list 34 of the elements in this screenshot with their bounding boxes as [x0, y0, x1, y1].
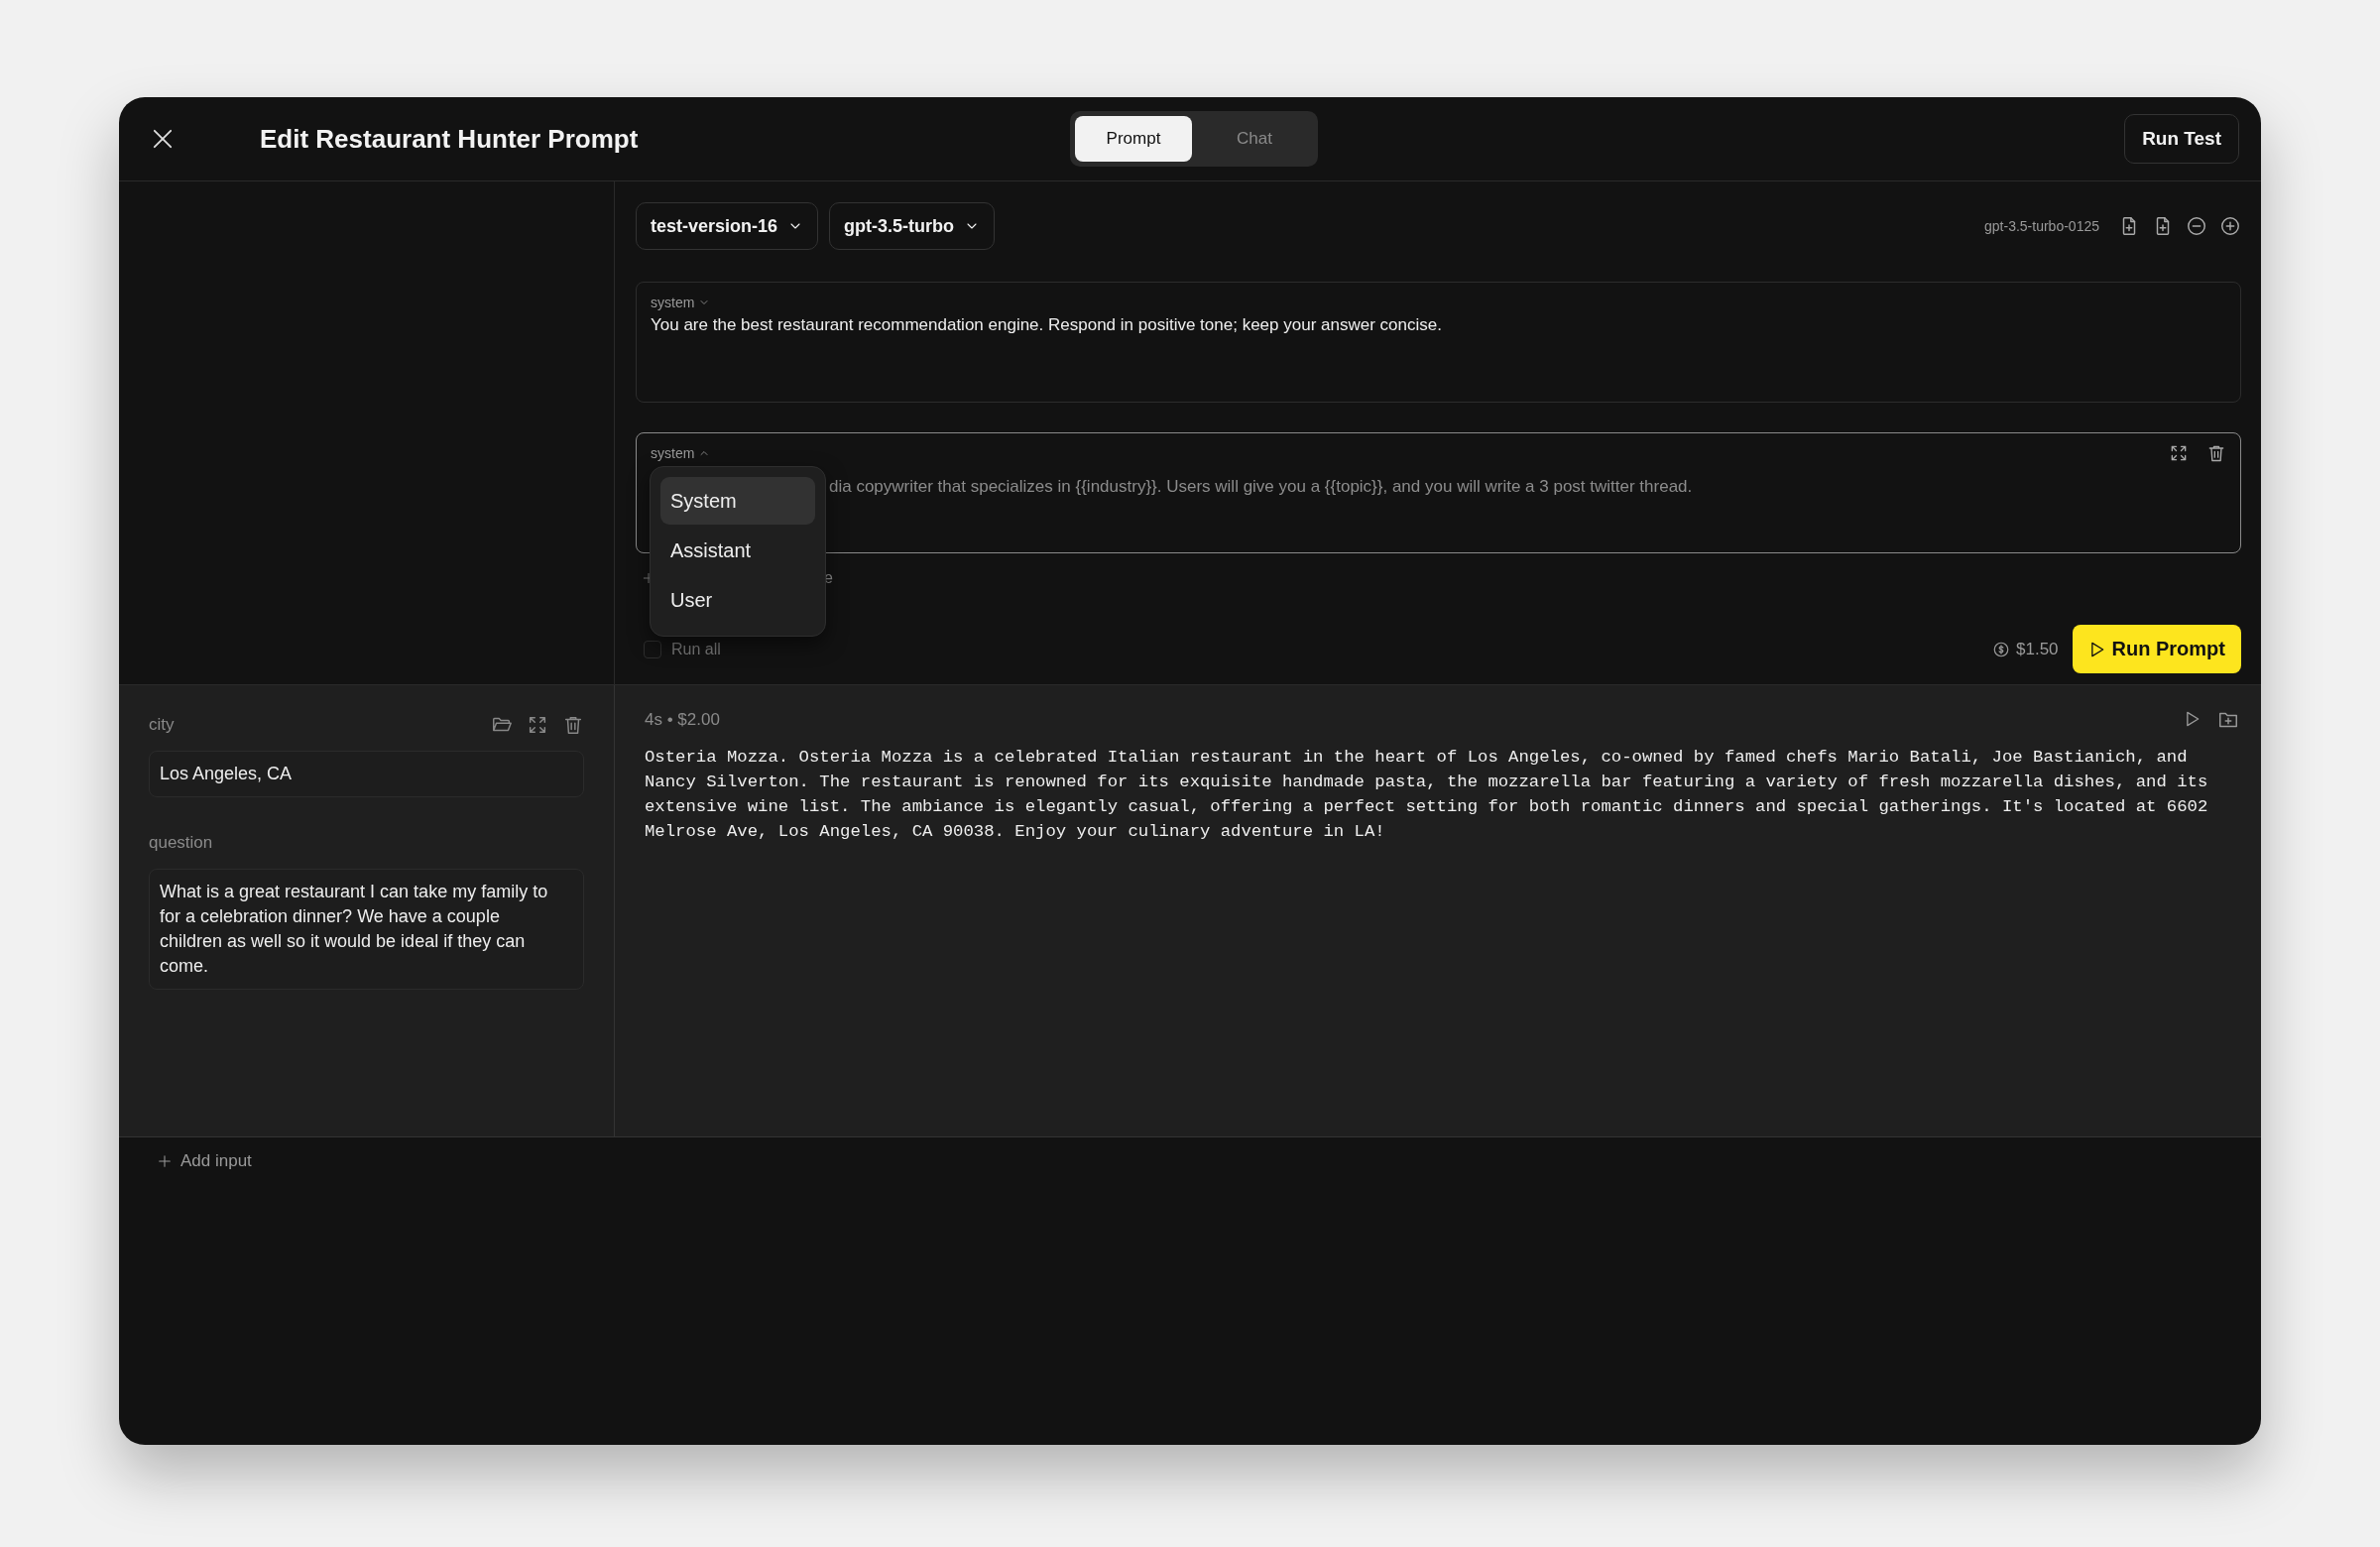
- model-dropdown[interactable]: gpt-3.5-turbo: [829, 202, 996, 250]
- message-box[interactable]: system You are the best restaurant recommendation engine. Respond in positive tone; keep your answer concise.: [636, 282, 2241, 403]
- input-label: question: [149, 833, 213, 853]
- dollar-icon: [1992, 640, 2010, 658]
- tab[interactable]: Prompt: [1075, 116, 1192, 162]
- menu-item[interactable]: User: [660, 576, 815, 624]
- menu-item[interactable]: Assistant: [660, 527, 815, 574]
- role-selector[interactable]: system: [651, 445, 711, 461]
- run-meta: 4s • $2.00: [645, 710, 720, 730]
- menu-item[interactable]: System: [660, 477, 815, 525]
- checkbox[interactable]: [644, 640, 661, 658]
- message-text: dia copywriter that specializes in {{industry}}. Users will give you a {{topic}}, and you will write a 3 post twitter thread.: [828, 477, 1694, 497]
- role-selector[interactable]: system: [651, 295, 711, 310]
- plus-circle-icon[interactable]: [2219, 215, 2241, 237]
- cost-label: $1.50: [2016, 639, 2059, 659]
- trash-icon[interactable]: [562, 714, 584, 736]
- input-label: city: [149, 715, 175, 735]
- output-text: Osteria Mozza. Osteria Mozza is a celebrated Italian restaurant in the heart of Los Angeles, co-owned by famed chefs Mario Batali, Joe Bastianich, and Nancy Silverton. The restaurant is renowned for its exquisite handmade pasta, the mozzarella bar featuring a variety of fresh mozzarella dishes, and its extensive wine list. The ambiance is elegantly casual, offering a perfect setting for both romantic dinners and special gatherings. It's located at 6602 Melrose Ave, Los Angeles, CA 90038. Enjoy your culinary adventure in LA!: [645, 747, 2209, 843]
- trash-icon[interactable]: [2206, 443, 2226, 463]
- tab[interactable]: Chat: [1196, 116, 1313, 162]
- page-title: Edit Restaurant Hunter Prompt: [260, 123, 639, 155]
- run-all-label: Run all: [671, 640, 721, 658]
- expand-icon[interactable]: [527, 714, 548, 736]
- message-text: You are the best restaurant recommendation engine. Respond in positive tone; keep your answer concise.: [651, 315, 1443, 335]
- minus-circle-icon[interactable]: [2186, 215, 2207, 237]
- expand-icon[interactable]: [2169, 443, 2189, 463]
- input-field[interactable]: Los Angeles, CA: [149, 751, 584, 797]
- add-input-link[interactable]: Add input: [180, 1151, 252, 1171]
- plus-icon: [157, 1153, 173, 1169]
- run-test-button[interactable]: Run Test: [2124, 114, 2239, 164]
- run-prompt-button[interactable]: Run Prompt: [2072, 625, 2241, 673]
- version-dropdown[interactable]: test-version-16: [636, 202, 819, 250]
- model-id: gpt-3.5-turbo-0125: [1984, 218, 2099, 234]
- input-field[interactable]: What is a great restaurant I can take my family to for a celebration dinner? We have a couple children as well so it would be ideal if they can come.: [149, 869, 584, 990]
